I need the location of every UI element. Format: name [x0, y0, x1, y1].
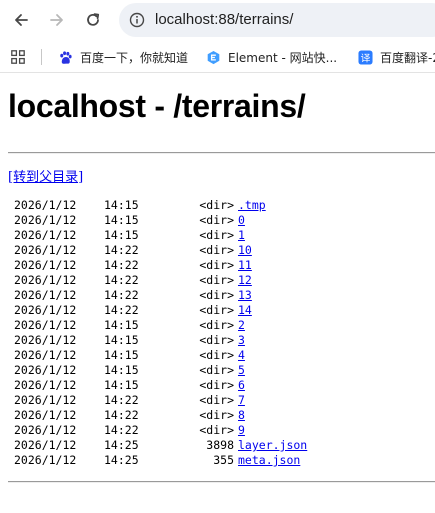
entry-time: 14:22	[104, 408, 139, 422]
entry-date: 2026/1/12	[14, 213, 77, 227]
entry-time: 14:25	[104, 453, 139, 467]
entry-time: 14:15	[104, 213, 139, 227]
entry-time: 14:22	[104, 303, 139, 317]
entry-link[interactable]: 14	[238, 303, 252, 318]
top-divider	[8, 152, 435, 154]
entry-date: 2026/1/12	[14, 393, 77, 407]
entry-link[interactable]: 5	[238, 363, 245, 378]
bookmarks-divider	[41, 49, 42, 65]
entry-time: 14:15	[104, 333, 139, 347]
entry-size: <dir>	[199, 348, 234, 362]
back-arrow-icon	[15, 14, 28, 26]
entry-size: 355	[213, 453, 234, 467]
entry-date: 2026/1/12	[14, 303, 77, 317]
site-info-icon[interactable]	[129, 12, 145, 28]
entry-link[interactable]: 2	[238, 318, 245, 333]
back-button[interactable]	[9, 8, 33, 32]
entry-link[interactable]: 4	[238, 348, 245, 363]
entry-link[interactable]: meta.json	[238, 453, 300, 468]
entry-size: <dir>	[199, 408, 234, 422]
entry-link[interactable]: 11	[238, 258, 252, 273]
bookmark-fanyi[interactable]: 译 百度翻译-2	[357, 48, 435, 66]
entry-size: <dir>	[199, 198, 234, 212]
entry-date: 2026/1/12	[14, 318, 77, 332]
entry-link[interactable]: layer.json	[238, 438, 307, 453]
address-url: localhost:88/terrains/	[155, 11, 294, 28]
entry-time: 14:22	[104, 243, 139, 257]
entry-time: 14:15	[104, 348, 139, 362]
entry-date: 2026/1/12	[14, 378, 77, 392]
baidu-paw-icon	[57, 49, 73, 65]
entry-size: <dir>	[199, 363, 234, 377]
entry-time: 14:22	[104, 288, 139, 302]
entry-date: 2026/1/12	[14, 228, 77, 242]
browser-toolbar: localhost:88/terrains/	[0, 0, 435, 40]
entry-date: 2026/1/12	[14, 363, 77, 377]
entry-time: 14:25	[104, 438, 139, 452]
entry-size: <dir>	[199, 213, 234, 227]
entry-time: 14:22	[104, 258, 139, 272]
entry-link[interactable]: 9	[238, 423, 245, 438]
entry-link[interactable]: 10	[238, 243, 252, 258]
entry-date: 2026/1/12	[14, 438, 77, 452]
svg-text:译: 译	[360, 52, 370, 64]
entry-link[interactable]: 3	[238, 333, 245, 348]
entry-link[interactable]: 13	[238, 288, 252, 303]
entry-size: <dir>	[199, 303, 234, 317]
bookmarks-bar: 百度一下，你就知道 Element - 网站快... 译 百度翻译-2	[0, 40, 435, 73]
entry-date: 2026/1/12	[14, 453, 77, 467]
entry-time: 14:15	[104, 318, 139, 332]
bookmark-label: Element - 网站快...	[228, 50, 338, 65]
entry-size: <dir>	[199, 273, 234, 287]
entry-size: <dir>	[199, 423, 234, 437]
bookmark-baidu[interactable]: 百度一下，你就知道	[57, 48, 188, 66]
forward-button[interactable]	[45, 8, 69, 32]
entry-size: <dir>	[199, 288, 234, 302]
entry-time: 14:22	[104, 393, 139, 407]
bookmark-label: 百度一下，你就知道	[80, 50, 189, 65]
entry-size: 3898	[206, 438, 234, 452]
apps-grid-icon[interactable]	[11, 50, 25, 64]
parent-directory-link[interactable]: [转到父目录]	[8, 166, 83, 185]
entry-time: 14:15	[104, 378, 139, 392]
entry-date: 2026/1/12	[14, 333, 77, 347]
page-title: localhost - /terrains/	[8, 88, 306, 124]
entry-size: <dir>	[199, 318, 234, 332]
entry-size: <dir>	[199, 378, 234, 392]
entry-time: 14:22	[104, 273, 139, 287]
entry-time: 14:22	[104, 423, 139, 437]
bottom-divider	[8, 481, 435, 483]
bookmark-label: 百度翻译-2	[380, 50, 435, 65]
entry-time: 14:15	[104, 198, 139, 212]
entry-link[interactable]: 7	[238, 393, 245, 408]
entry-date: 2026/1/12	[14, 423, 77, 437]
entry-size: <dir>	[199, 333, 234, 347]
entry-link[interactable]: .tmp	[238, 198, 266, 213]
entry-date: 2026/1/12	[14, 288, 77, 302]
fanyi-icon: 译	[357, 49, 373, 65]
entry-date: 2026/1/12	[14, 273, 77, 287]
reload-icon	[87, 13, 100, 26]
address-bar[interactable]: localhost:88/terrains/	[119, 3, 435, 37]
entry-date: 2026/1/12	[14, 348, 77, 362]
entry-link[interactable]: 8	[238, 408, 245, 423]
entry-size: <dir>	[199, 228, 234, 242]
entry-date: 2026/1/12	[14, 243, 77, 257]
entry-size: <dir>	[199, 258, 234, 272]
entry-time: 14:15	[104, 228, 139, 242]
entry-date: 2026/1/12	[14, 198, 77, 212]
entry-date: 2026/1/12	[14, 258, 77, 272]
bookmark-element[interactable]: Element - 网站快...	[205, 48, 337, 66]
entry-date: 2026/1/12	[14, 408, 77, 422]
element-logo-icon	[205, 49, 221, 65]
entry-link[interactable]: 6	[238, 378, 245, 393]
entry-size: <dir>	[199, 393, 234, 407]
entry-link[interactable]: 1	[238, 228, 245, 243]
entry-link[interactable]: 0	[238, 213, 245, 228]
entry-size: <dir>	[199, 243, 234, 257]
forward-arrow-icon	[50, 14, 63, 26]
entry-link[interactable]: 12	[238, 273, 252, 288]
entry-time: 14:15	[104, 363, 139, 377]
reload-button[interactable]	[81, 8, 105, 32]
